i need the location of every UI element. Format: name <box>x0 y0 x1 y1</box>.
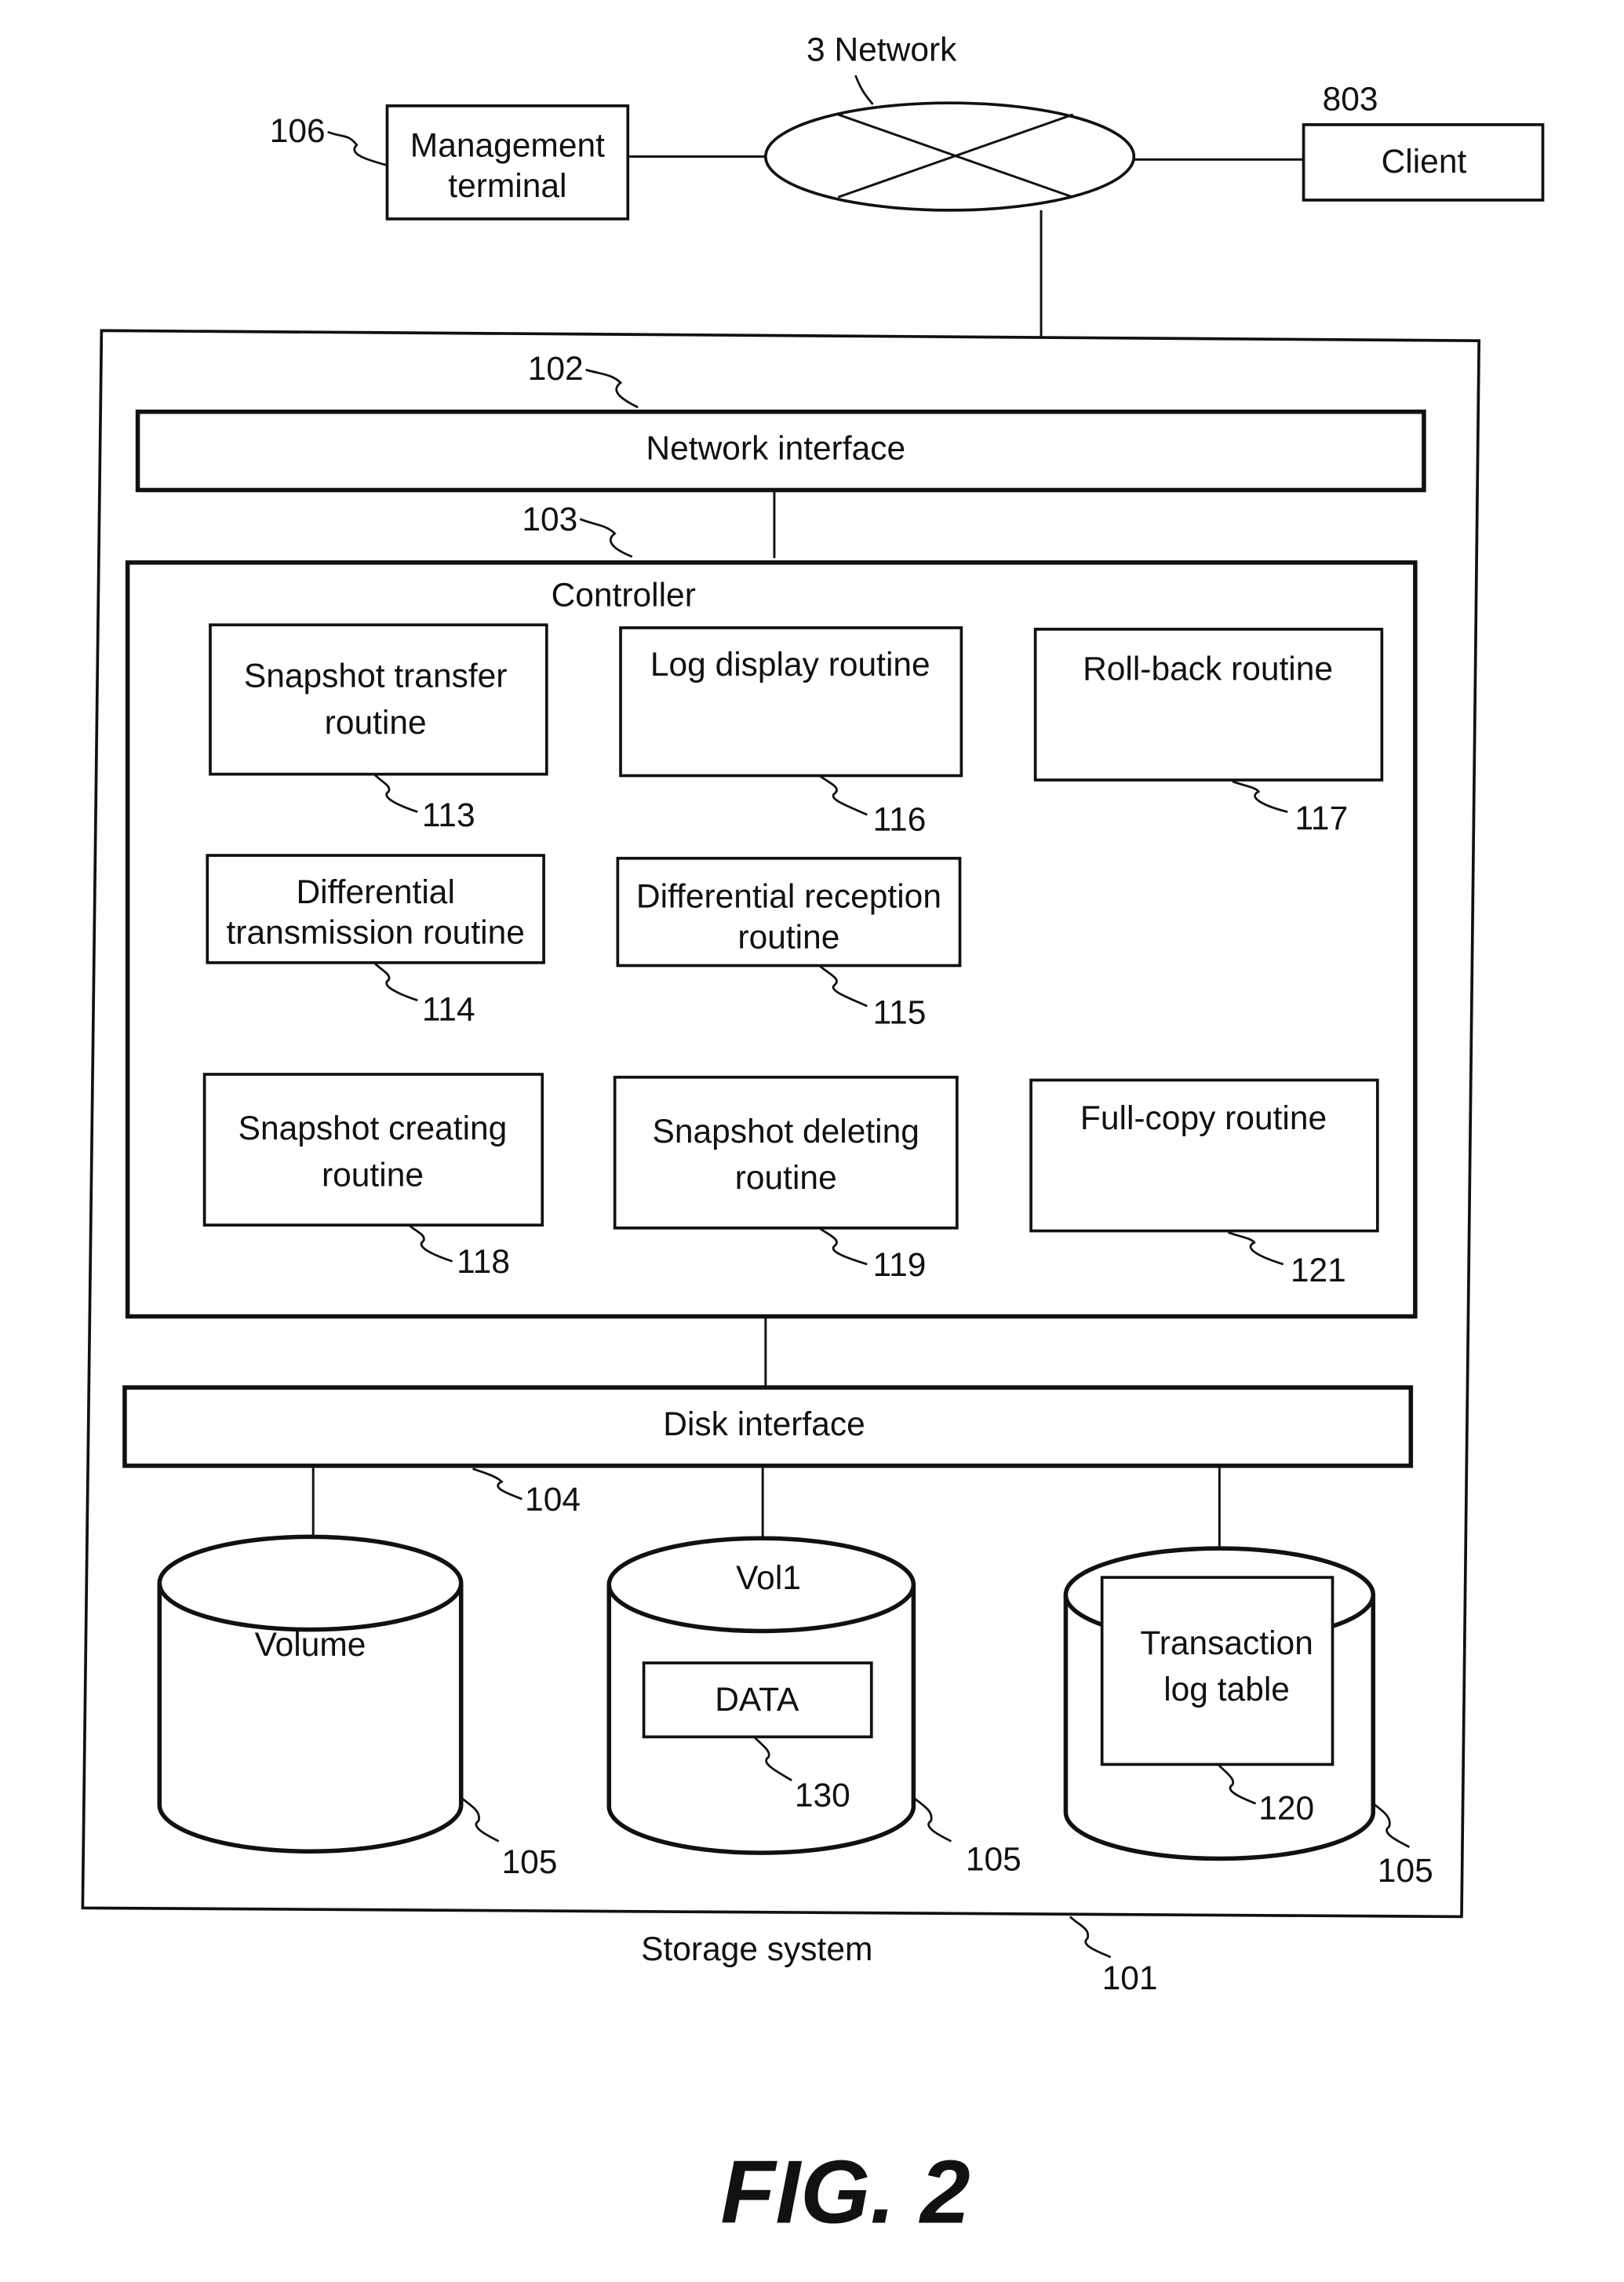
management-terminal-label-line2: terminal <box>448 168 566 205</box>
cylinder-top <box>157 1534 464 1632</box>
storage-system-label: Storage system <box>641 1931 872 1968</box>
routine-label-line1: Differential reception <box>636 879 941 916</box>
routine-ref: 118 <box>457 1244 510 1281</box>
routine-label-line1: Roll-back routine <box>1083 651 1333 687</box>
routine-box <box>613 1075 959 1230</box>
disk-interface-ref: 104 <box>525 1482 581 1518</box>
routine-label-line1: Snapshot creating <box>239 1110 508 1147</box>
routine-label-line1: Snapshot transfer <box>244 658 508 695</box>
volume-ref: 105 <box>501 1844 557 1881</box>
network-label: 3 Network <box>807 32 957 69</box>
management-terminal-ref: 106 <box>270 113 326 150</box>
routine-label-line1: Full-copy routine <box>1080 1100 1327 1137</box>
routine-ref: 115 <box>873 994 927 1031</box>
routine-ref: 117 <box>1294 800 1348 837</box>
transaction-log-ref: 120 <box>1258 1791 1314 1828</box>
vol1-label: Vol1 <box>736 1560 801 1597</box>
management-terminal: Management terminal 106 <box>270 104 630 221</box>
routine-ref: 113 <box>422 797 475 834</box>
routine-box <box>202 1073 544 1227</box>
routine-label-line1: Differential <box>296 874 454 911</box>
network-ellipse <box>764 101 1136 212</box>
routine-label-line2: routine <box>735 1160 837 1197</box>
network-node: 3 Network <box>764 32 1136 212</box>
leader-line <box>854 75 874 105</box>
routine-label-line2: routine <box>322 1157 424 1194</box>
storage-system-ref: 101 <box>1102 1960 1158 1997</box>
leader-line <box>327 130 388 166</box>
network-interface-ref: 102 <box>528 351 584 388</box>
routine-label-line2: routine <box>325 705 427 742</box>
vol1-ref: 105 <box>966 1841 1021 1878</box>
client-ref: 803 <box>1323 81 1378 118</box>
controller: Controller 103 Snapshot transfer routine… <box>125 501 1418 1319</box>
routine-ref: 116 <box>873 802 927 839</box>
routine-ref: 121 <box>1291 1252 1346 1289</box>
routine-label-line2: transmission routine <box>226 915 524 952</box>
routine-label-line1: Snapshot deleting <box>653 1114 919 1150</box>
management-terminal-label-line1: Management <box>410 128 605 165</box>
controller-label: Controller <box>552 577 696 614</box>
disk-interface-label: Disk interface <box>663 1406 865 1443</box>
network-interface-label: Network interface <box>646 431 905 468</box>
routine-label-line1: Log display routine <box>650 647 930 684</box>
client-label: Client <box>1382 144 1467 180</box>
figure-caption: FIG. 2 <box>720 2142 970 2242</box>
leader-line <box>1069 1916 1112 1959</box>
routine-ref: 114 <box>422 992 475 1029</box>
data-ref: 130 <box>795 1777 850 1814</box>
controller-ref: 103 <box>522 501 577 538</box>
client: Client 803 <box>1302 81 1545 202</box>
data-label: DATA <box>715 1682 799 1719</box>
routine-ref: 119 <box>873 1247 927 1284</box>
routine-box <box>209 623 548 776</box>
transaction-log-label-line1: Transaction <box>1140 1625 1313 1662</box>
routine-label-line2: routine <box>737 919 839 956</box>
transaction-log-label-line2: log table <box>1163 1671 1290 1708</box>
storage-system-diagram: Management terminal 106 3 Network Client… <box>81 32 1545 2242</box>
txnlog-cylinder-ref: 105 <box>1378 1853 1433 1890</box>
volume-label: Volume <box>255 1627 366 1664</box>
